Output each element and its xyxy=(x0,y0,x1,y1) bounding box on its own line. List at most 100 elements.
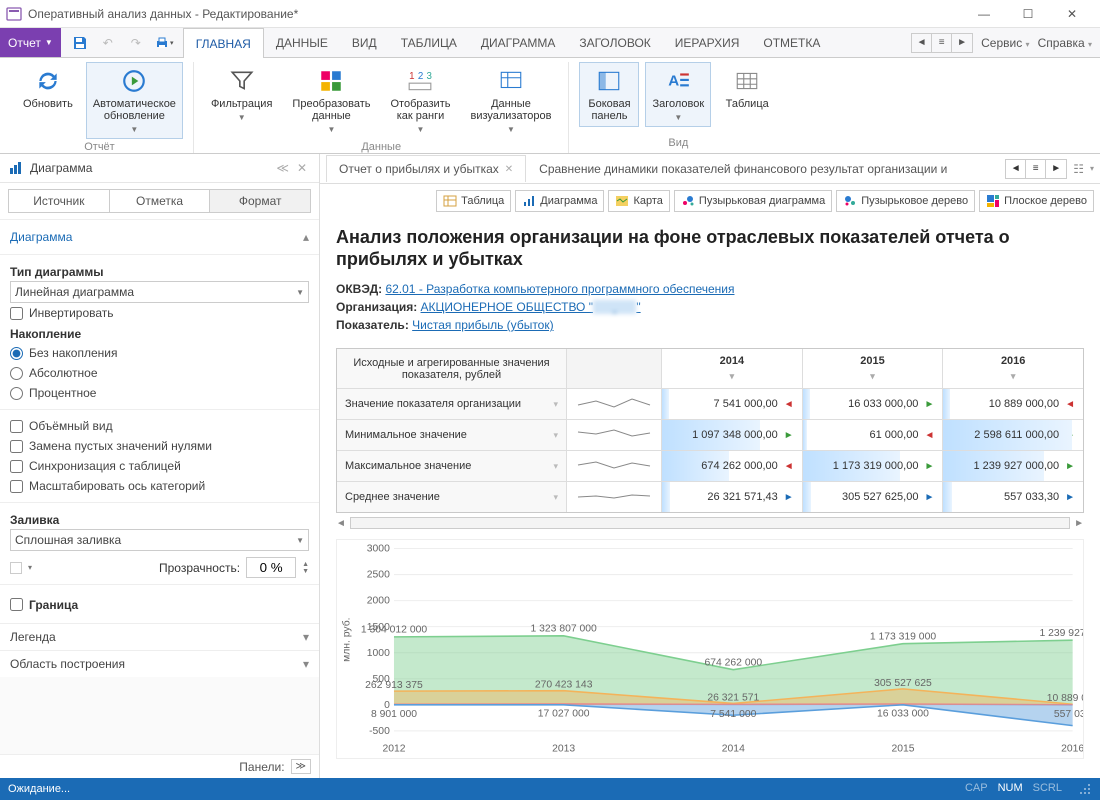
funnel-icon[interactable]: ▾ xyxy=(553,399,558,410)
ribbon-btn-refresh[interactable]: Обновить xyxy=(16,62,80,115)
check-opt-2[interactable]: Синхронизация с таблицей xyxy=(10,456,309,476)
svg-text:557 033: 557 033 xyxy=(1054,709,1083,720)
sidepanel-tab-0[interactable]: Источник xyxy=(8,189,110,213)
window-close[interactable]: ✕ xyxy=(1050,0,1094,28)
ribbon-tab-7[interactable]: ОТМЕТКА xyxy=(751,28,832,57)
table-cell: 1 097 348 000,00► xyxy=(662,420,803,450)
ribbon-tab-0[interactable]: ГЛАВНАЯ xyxy=(183,28,264,58)
radio-accum-0[interactable]: Без накопления xyxy=(10,343,309,363)
ribbon-tab-6[interactable]: ИЕРАРХИЯ xyxy=(663,28,752,57)
svg-text:2000: 2000 xyxy=(367,596,390,607)
view-btn-4[interactable]: Пузырьковое дерево xyxy=(836,190,975,212)
view-btn-2[interactable]: Карта xyxy=(608,190,669,212)
svg-text:2013: 2013 xyxy=(552,744,575,755)
check-opt-1[interactable]: Замена пустых значений нулями xyxy=(10,436,309,456)
table-year-head[interactable]: 2015▾ xyxy=(803,349,944,388)
accumulation-label: Накопление xyxy=(10,323,309,343)
indicator-link[interactable]: Чистая прибыль (убыток) xyxy=(412,318,553,332)
funnel-icon[interactable]: ▾ xyxy=(553,492,558,503)
section-diagram-header[interactable]: Диаграмма xyxy=(10,230,72,244)
ribbon-btn-auto-update[interactable]: Автоматическоеобновление▼ xyxy=(86,62,183,139)
ribbon-btn-side-panel[interactable]: Боковаяпанель xyxy=(579,62,639,127)
view-btn-5[interactable]: Плоское дерево xyxy=(979,190,1094,212)
accordion-legend[interactable]: Легенда▾ xyxy=(0,623,319,650)
title-bar: Оперативный анализ данных - Редактирован… xyxy=(0,0,1100,28)
svg-text:1000: 1000 xyxy=(367,648,390,659)
fill-select[interactable]: Сплошная заливка▼ xyxy=(10,529,309,551)
chart-type-label: Тип диаграммы xyxy=(10,261,309,281)
view-btn-1[interactable]: Диаграмма xyxy=(515,190,604,212)
org-link[interactable]: АКЦИОНЕРНОЕ ОБЩЕСТВО " " xyxy=(421,300,641,314)
okved-link[interactable]: 62.01 - Разработка компьютерного програм… xyxy=(385,282,734,296)
ribbon-tab-1[interactable]: ДАННЫЕ xyxy=(264,28,340,57)
report-menu[interactable]: Отчет▼ xyxy=(0,28,61,57)
svg-text:10 889 000: 10 889 000 xyxy=(1047,693,1083,704)
print-icon[interactable]: ▾ xyxy=(151,30,177,56)
ribbon-btn-transform[interactable]: Преобразоватьданные▼ xyxy=(285,62,377,139)
funnel-icon[interactable]: ▾ xyxy=(870,371,875,382)
side-panel-collapse[interactable]: ≪ xyxy=(272,161,293,175)
radio-accum-1[interactable]: Абсолютное xyxy=(10,363,309,383)
chart-icon xyxy=(8,160,24,176)
ribbon-btn-visualizers[interactable]: Данныевизуализаторов▼ xyxy=(463,62,558,139)
side-panel-icon xyxy=(595,67,623,95)
view-btn-0[interactable]: Таблица xyxy=(436,190,511,212)
ribbon-tab-5[interactable]: ЗАГОЛОВОК xyxy=(567,28,662,57)
funnel-icon[interactable]: ▾ xyxy=(553,461,558,472)
table-cell: 557 033,30► xyxy=(943,482,1083,512)
menu-service[interactable]: Сервис ▾ xyxy=(981,36,1029,50)
doc-tab-1[interactable]: Сравнение динамики показателей финансово… xyxy=(526,155,960,182)
redo-icon[interactable]: ↷ xyxy=(123,30,149,56)
table-row-label: Значение показателя организации▾ xyxy=(337,389,567,419)
table-rowhead: Исходные и агрегированные значения показ… xyxy=(337,349,567,388)
table-scrollbar[interactable]: ◄► xyxy=(336,517,1084,529)
undo-icon[interactable]: ↶ xyxy=(95,30,121,56)
ribbon-btn-header[interactable]: AЗаголовок▼ xyxy=(645,62,711,127)
color-swatch[interactable] xyxy=(10,562,22,574)
ribbon-tabs: ГЛАВНАЯДАННЫЕВИДТАБЛИЦАДИАГРАММАЗАГОЛОВО… xyxy=(183,28,833,57)
check-opt-0[interactable]: Объёмный вид xyxy=(10,416,309,436)
funnel-icon[interactable]: ▾ xyxy=(730,371,735,382)
ribbon-tab-4[interactable]: ДИАГРАММА xyxy=(469,28,567,57)
menu-help[interactable]: Справка ▾ xyxy=(1038,36,1092,50)
svg-text:3000: 3000 xyxy=(367,544,390,555)
funnel-icon[interactable]: ▾ xyxy=(1011,371,1016,382)
doc-tab-0[interactable]: Отчет о прибылях и убытках✕ xyxy=(326,155,526,182)
table-year-head[interactable]: 2016▾ xyxy=(943,349,1083,388)
close-icon[interactable]: ✕ xyxy=(505,164,513,175)
side-panel-close[interactable]: ✕ xyxy=(293,161,311,175)
check-invert[interactable]: Инвертировать xyxy=(10,303,309,323)
layout-icon[interactable]: ☷ xyxy=(1073,162,1084,176)
opacity-label: Прозрачность: xyxy=(159,561,240,575)
accordion-plot-area[interactable]: Область построения▾ xyxy=(0,650,319,677)
ribbon-btn-filter[interactable]: Фильтрация▼ xyxy=(204,62,279,127)
sidepanel-tab-1[interactable]: Отметка xyxy=(110,189,211,213)
ribbon-btn-table[interactable]: Таблица xyxy=(717,62,777,115)
sidepanel-tab-2[interactable]: Формат xyxy=(210,189,311,213)
opacity-input[interactable] xyxy=(246,557,296,578)
window-maximize[interactable]: ☐ xyxy=(1006,0,1050,28)
nav-chips[interactable]: ◄≡► xyxy=(911,33,973,53)
check-opt-3[interactable]: Масштабировать ось категорий xyxy=(10,476,309,496)
panels-next[interactable]: ≫ xyxy=(291,759,311,774)
radio-accum-2[interactable]: Процентное xyxy=(10,383,309,403)
doc-nav-chips[interactable]: ◄≡► xyxy=(1005,159,1067,179)
table-year-head[interactable]: 2014▾ xyxy=(662,349,803,388)
side-panel-title: Диаграмма xyxy=(30,161,272,175)
view-btn-3[interactable]: Пузырьковая диаграмма xyxy=(674,190,832,212)
ribbon-btn-asranks[interactable]: 123Отобразитькак ранги▼ xyxy=(384,62,458,139)
opacity-down[interactable]: ▼ xyxy=(302,568,309,575)
svg-text:270 423 143: 270 423 143 xyxy=(535,680,593,691)
check-border[interactable]: Граница xyxy=(10,591,309,617)
table-cell: 7 541 000,00◄ xyxy=(662,389,803,419)
chart-type-select[interactable]: Линейная диаграмма▼ xyxy=(10,281,309,303)
opacity-up[interactable]: ▲ xyxy=(302,561,309,568)
chevron-up-icon[interactable]: ▴ xyxy=(303,230,309,244)
ribbon-tab-3[interactable]: ТАБЛИЦА xyxy=(389,28,469,57)
save-icon[interactable] xyxy=(67,30,93,56)
window-minimize[interactable]: ― xyxy=(962,0,1006,28)
ribbon-tab-2[interactable]: ВИД xyxy=(340,28,389,57)
page-title: Анализ положения организации на фоне отр… xyxy=(336,226,1084,270)
funnel-icon[interactable]: ▾ xyxy=(553,430,558,441)
sparkline xyxy=(567,451,662,481)
